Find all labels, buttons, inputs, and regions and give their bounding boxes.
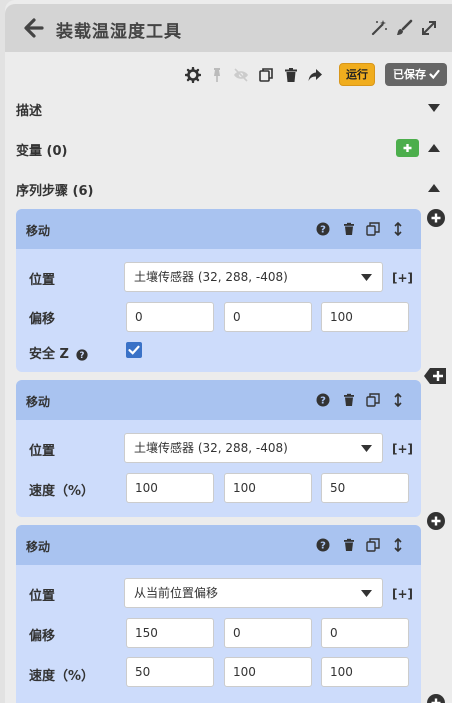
variables-section[interactable]: 变量 (0) [5, 130, 452, 166]
dropdown-arrow-icon [361, 590, 372, 597]
insert-step-button[interactable] [427, 694, 445, 703]
svg-text:?: ? [320, 541, 326, 552]
position-label: 位置 [29, 589, 56, 604]
offset-y-input[interactable]: 0 [224, 302, 312, 332]
trash-icon[interactable] [283, 67, 299, 83]
title-bar: 装载温湿度工具 [5, 4, 452, 52]
trash-icon[interactable] [342, 222, 356, 236]
add-variable-button[interactable] [396, 139, 419, 157]
step-title: 移动 [26, 224, 51, 238]
step-title: 移动 [26, 540, 51, 554]
position-label: 位置 [29, 273, 56, 288]
plus-icon [431, 698, 441, 703]
move-step-card: 移动 ? 位置 从当前位置偏移 [+] 偏移 150 0 0 速度（%） 50 … [16, 525, 421, 703]
dropdown-arrow-icon [361, 445, 372, 452]
step-header[interactable]: 移动 ? [16, 380, 421, 420]
duplicate-icon[interactable] [366, 222, 380, 236]
offset-label: 偏移 [29, 629, 56, 644]
offset-z-input[interactable]: 100 [321, 302, 409, 332]
add-variable-bracket-button[interactable]: [+] [392, 271, 413, 285]
expand-icon[interactable] [420, 19, 438, 37]
trash-icon[interactable] [342, 538, 356, 552]
back-arrow-icon[interactable] [24, 17, 44, 39]
dropdown-arrow-icon [361, 274, 372, 281]
page-title: 装载温湿度工具 [56, 22, 182, 42]
speed-z-input[interactable]: 100 [321, 657, 409, 687]
copy-icon[interactable] [258, 67, 274, 83]
duplicate-icon[interactable] [366, 538, 380, 552]
position-select-value: 土壤传感器 (32, 288, -408) [134, 270, 288, 284]
svg-text:?: ? [80, 351, 85, 361]
position-select[interactable]: 从当前位置偏移 [124, 578, 383, 608]
add-variable-bracket-button[interactable]: [+] [392, 442, 413, 456]
safe-z-text: 安全 Z [29, 347, 69, 362]
paintbrush-icon[interactable] [395, 19, 413, 37]
saved-button-label: 已保存 [393, 68, 426, 81]
position-select-value: 从当前位置偏移 [134, 586, 219, 600]
caret-down-icon[interactable] [428, 104, 440, 112]
svg-text:?: ? [320, 225, 326, 236]
sequence-steps-section[interactable]: 序列步骤 (6) [5, 170, 452, 206]
plus-icon [431, 213, 441, 223]
offset-z-input[interactable]: 0 [321, 618, 409, 648]
svg-text:?: ? [320, 396, 326, 407]
drag-handle-icon[interactable] [391, 222, 405, 236]
plus-icon [431, 516, 441, 526]
step-title: 移动 [26, 395, 51, 409]
duplicate-icon[interactable] [366, 393, 380, 407]
trash-icon[interactable] [342, 393, 356, 407]
magic-wand-icon[interactable] [370, 19, 388, 37]
description-label: 描述 [16, 104, 43, 119]
position-select[interactable]: 土壤传感器 (32, 288, -408) [124, 262, 383, 292]
speed-x-input[interactable]: 100 [126, 473, 214, 503]
position-select[interactable]: 土壤传感器 (32, 288, -408) [124, 433, 383, 463]
insert-step-button[interactable] [427, 512, 445, 530]
saved-button[interactable]: 已保存 [385, 63, 447, 86]
caret-up-icon[interactable] [428, 144, 440, 152]
gear-icon[interactable] [185, 67, 201, 83]
insert-step-button[interactable] [424, 365, 446, 387]
position-label: 位置 [29, 444, 56, 459]
speed-y-input[interactable]: 100 [224, 473, 312, 503]
pin-icon[interactable] [209, 67, 225, 83]
position-select-value: 土壤传感器 (32, 288, -408) [134, 441, 288, 455]
check-icon [128, 345, 140, 355]
speed-label: 速度（%） [29, 484, 95, 499]
safe-z-checkbox[interactable] [126, 342, 142, 358]
move-step-card: 移动 ? 位置 土壤传感器 (32, 288, -408) [+] 偏移 0 0… [16, 209, 421, 372]
offset-x-input[interactable]: 0 [126, 302, 214, 332]
step-header[interactable]: 移动 ? [16, 525, 421, 565]
step-header[interactable]: 移动 ? [16, 209, 421, 249]
help-icon[interactable]: ? [76, 348, 89, 361]
sequence-editor-panel: 装载温湿度工具 运行 已保存 描述 变量 (0) 序列步骤 (6) 移动 ? 位… [5, 0, 452, 703]
offset-x-input[interactable]: 150 [126, 618, 214, 648]
check-icon [429, 69, 440, 80]
run-button[interactable]: 运行 [339, 63, 375, 86]
offset-label: 偏移 [29, 312, 56, 327]
drag-handle-icon[interactable] [391, 538, 405, 552]
help-icon[interactable]: ? [316, 538, 330, 552]
plus-icon [403, 144, 412, 152]
speed-y-input[interactable]: 100 [224, 657, 312, 687]
share-arrow-icon[interactable] [307, 67, 323, 83]
help-icon[interactable]: ? [316, 222, 330, 236]
add-variable-bracket-button[interactable]: [+] [392, 587, 413, 601]
eye-slash-icon[interactable] [233, 67, 249, 83]
variables-label: 变量 (0) [16, 144, 68, 159]
description-section[interactable]: 描述 [5, 90, 452, 126]
sequence-steps-label: 序列步骤 (6) [16, 184, 94, 199]
safe-z-label: 安全 Z ? [29, 343, 89, 362]
speed-label: 速度（%） [29, 669, 95, 684]
sequence-toolbar: 运行 已保存 [5, 60, 452, 92]
insert-step-button[interactable] [427, 209, 445, 227]
caret-up-icon[interactable] [428, 184, 440, 192]
move-step-card: 移动 ? 位置 土壤传感器 (32, 288, -408) [+] 速度（%） … [16, 380, 421, 517]
drag-handle-icon[interactable] [391, 393, 405, 407]
speed-x-input[interactable]: 50 [126, 657, 214, 687]
help-icon[interactable]: ? [316, 393, 330, 407]
speed-z-input[interactable]: 50 [321, 473, 409, 503]
offset-y-input[interactable]: 0 [224, 618, 312, 648]
